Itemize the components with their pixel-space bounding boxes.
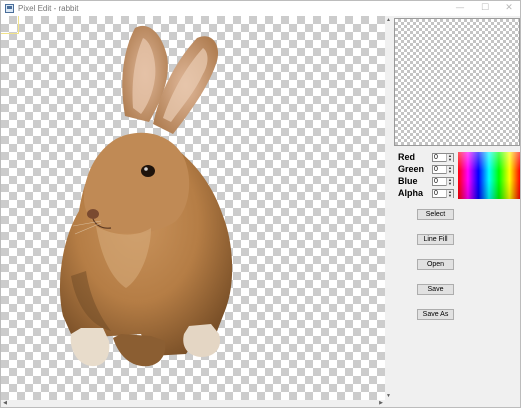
red-value[interactable]: 0 bbox=[434, 154, 438, 162]
green-spinner[interactable]: 0 ▲ ▼ bbox=[432, 165, 454, 174]
scroll-right-arrow-icon[interactable]: ▶ bbox=[377, 400, 385, 407]
close-button[interactable]: ✕ bbox=[497, 1, 521, 16]
maximize-button[interactable]: ☐ bbox=[473, 1, 497, 16]
scroll-down-arrow-icon[interactable]: ▼ bbox=[385, 392, 392, 400]
red-spinner[interactable]: 0 ▲ ▼ bbox=[432, 153, 454, 162]
minimize-button[interactable]: — bbox=[448, 1, 472, 16]
title-bar[interactable]: Pixel Edit - rabbit — ☐ ✕ bbox=[1, 1, 520, 16]
alpha-spinner[interactable]: 0 ▲ ▼ bbox=[432, 189, 454, 198]
horizontal-scrollbar[interactable]: ◀ ▶ bbox=[1, 400, 385, 407]
scroll-up-arrow-icon[interactable]: ▲ bbox=[385, 16, 392, 24]
open-button[interactable]: Open bbox=[417, 259, 454, 270]
rabbit-paw-left bbox=[70, 328, 110, 367]
save-button[interactable]: Save bbox=[417, 284, 454, 295]
blue-spinner[interactable]: 0 ▲ ▼ bbox=[432, 177, 454, 186]
rabbit-nose bbox=[87, 209, 99, 219]
image-canvas[interactable] bbox=[1, 16, 385, 400]
blue-value[interactable]: 0 bbox=[434, 178, 438, 186]
green-label: Green bbox=[398, 164, 425, 174]
rabbit-head bbox=[83, 132, 190, 234]
red-down-icon[interactable]: ▼ bbox=[446, 158, 453, 162]
color-spectrum-picker[interactable] bbox=[458, 152, 520, 199]
green-down-icon[interactable]: ▼ bbox=[446, 170, 453, 174]
scroll-corner bbox=[385, 400, 392, 407]
blue-label: Blue bbox=[398, 176, 418, 186]
save-as-button[interactable]: Save As bbox=[417, 309, 454, 320]
line-fill-button[interactable]: Line Fill bbox=[417, 234, 454, 245]
rabbit-eye bbox=[141, 165, 155, 177]
rabbit-paw-right bbox=[183, 324, 221, 357]
alpha-label: Alpha bbox=[398, 188, 424, 198]
select-button[interactable]: Select bbox=[417, 209, 454, 220]
pixel-edit-window: Pixel Edit - rabbit — ☐ ✕ ▲ ▼ ◀ ▶ Red 0 … bbox=[0, 0, 521, 408]
alpha-down-icon[interactable]: ▼ bbox=[446, 194, 453, 198]
red-label: Red bbox=[398, 152, 416, 162]
scroll-left-arrow-icon[interactable]: ◀ bbox=[1, 400, 9, 407]
rabbit-image bbox=[59, 25, 233, 367]
vertical-scrollbar[interactable]: ▲ ▼ bbox=[385, 16, 392, 400]
app-icon bbox=[5, 4, 14, 13]
blue-down-icon[interactable]: ▼ bbox=[446, 182, 453, 186]
alpha-value[interactable]: 0 bbox=[434, 190, 438, 198]
green-value[interactable]: 0 bbox=[434, 166, 438, 174]
color-preview bbox=[394, 18, 520, 146]
window-title: Pixel Edit - rabbit bbox=[18, 4, 79, 13]
